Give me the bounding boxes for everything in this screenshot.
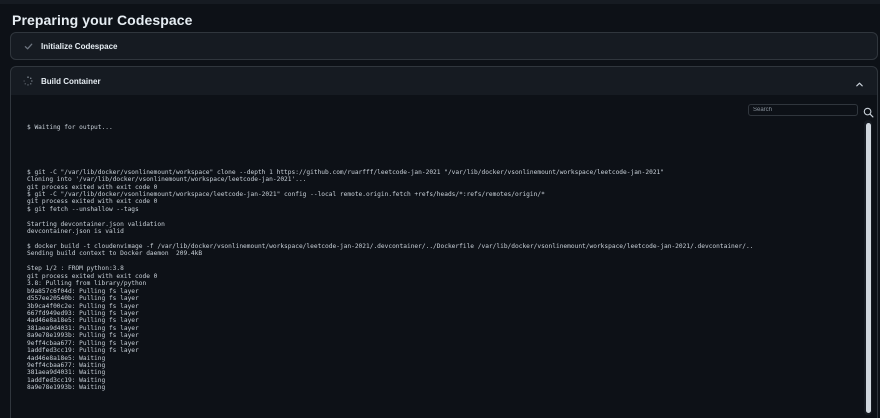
step-label: Build Container (41, 76, 101, 86)
log-line: git process exited with exit code 0 (27, 183, 158, 191)
log-line: Starting devcontainer.json validation (27, 220, 165, 228)
log-line (27, 161, 753, 168)
log-line: 4ad46e8a18e5: Pulling fs layer (27, 317, 139, 325)
spinner-icon (21, 74, 35, 88)
log-line (27, 213, 753, 220)
log-line: $ git -C "/var/lib/docker/vsonlinemount/… (27, 190, 545, 198)
log-line: devcontainer.json is valid (27, 228, 124, 236)
top-bar (0, 0, 880, 4)
log-line: $ Waiting for output... (27, 124, 113, 131)
log-scrollbar-thumb[interactable] (866, 123, 871, 413)
log-line: 1addfed3cc19: Pulling fs layer (27, 347, 139, 355)
log-line: Sending build context to Docker daemon 2… (27, 250, 203, 258)
log-line: $ git fetch --unshallow --tags (27, 205, 139, 213)
log-line (27, 154, 753, 161)
step-build-container[interactable]: Build Container (10, 66, 878, 96)
chevron-up-icon[interactable] (855, 76, 865, 87)
log-line: 4ad46e8a18e5: Waiting (27, 354, 106, 362)
log-line: 1addfed3cc19: Waiting (27, 376, 106, 384)
log-line (27, 139, 753, 146)
log-line: 667fd949ed93: Pulling fs layer (27, 309, 139, 317)
log-line: 9eff4cbaa677: Waiting (27, 362, 106, 369)
log-line: 8a9e78e1993b: Waiting (27, 384, 106, 392)
log-line (27, 146, 753, 153)
log-line: 3.8: Pulling from library/python (27, 280, 147, 288)
log-line: git process exited with exit code 0 (27, 272, 158, 280)
log-line: git process exited with exit code 0 (27, 198, 158, 206)
log-line: 3b9ca4f00c2e: Pulling fs layer (27, 302, 139, 310)
log-search-input[interactable] (748, 104, 858, 116)
check-icon (21, 39, 35, 53)
log-line: 381aea9d4031: Waiting (27, 369, 106, 377)
log-line: d557ee20540b: Pulling fs layer (27, 295, 139, 303)
step-label: Initialize Codespace (41, 41, 118, 51)
page-title: Preparing your Codespace (12, 12, 193, 28)
log-line (27, 236, 753, 243)
log-line (27, 131, 753, 138)
log-line: 381aea9d4031: Pulling fs layer (27, 324, 139, 332)
search-icon[interactable] (863, 105, 874, 118)
log-output: $ Waiting for output... $ git -C "/var/li… (27, 124, 753, 392)
log-line: b9a857c6f04d: Pulling fs layer (27, 287, 139, 295)
log-line: $ git -C "/var/lib/docker/vsonlinemount/… (27, 168, 665, 176)
log-line: 9eff4cbaa677: Pulling fs layer (27, 339, 139, 347)
codespace-page: Preparing your Codespace Initialize Code… (0, 0, 880, 418)
log-line: $ docker build -t cloudenvimage -f /var/… (27, 243, 754, 250)
log-line (27, 258, 753, 265)
log-line: 8a9e78e1993b: Pulling fs layer (27, 332, 139, 340)
step-initialize-codespace[interactable]: Initialize Codespace (10, 32, 878, 60)
log-line: Step 1/2 : FROM python:3.8 (27, 265, 124, 273)
log-line: Cloning into '/var/lib/docker/vsonlinemo… (27, 176, 307, 184)
